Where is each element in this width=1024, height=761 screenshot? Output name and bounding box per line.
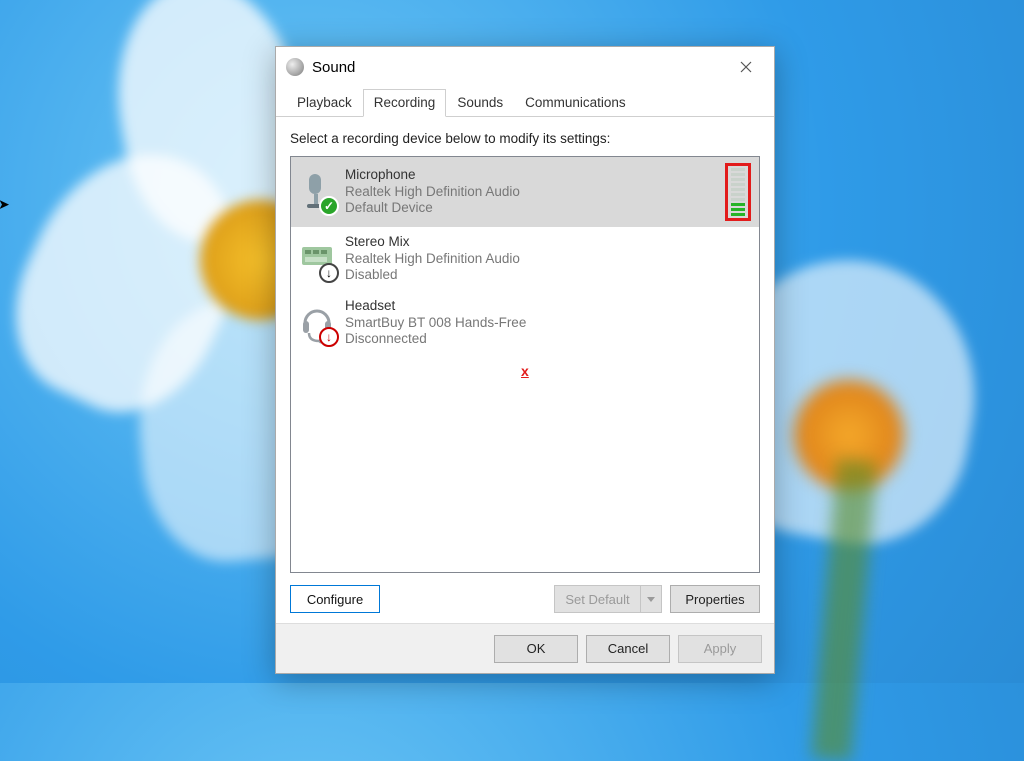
level-meter-highlight xyxy=(725,163,751,221)
status-badge-disabled-icon xyxy=(319,263,339,283)
apply-button: Apply xyxy=(678,635,762,663)
titlebar[interactable]: Sound xyxy=(276,47,774,87)
soundcard-icon xyxy=(299,237,335,281)
tab-communications[interactable]: Communications xyxy=(514,89,637,117)
device-text: Stereo Mix Realtek High Definition Audio… xyxy=(345,234,751,285)
device-driver: SmartBuy BT 008 Hands-Free xyxy=(345,315,751,332)
device-name: Microphone xyxy=(345,167,715,184)
cancel-button[interactable]: Cancel xyxy=(586,635,670,663)
dialog-title: Sound xyxy=(312,59,724,76)
device-item-stereo-mix[interactable]: Stereo Mix Realtek High Definition Audio… xyxy=(291,227,759,291)
device-text: Headset SmartBuy BT 008 Hands-Free Disco… xyxy=(345,298,751,349)
headset-icon xyxy=(299,301,335,345)
close-button[interactable] xyxy=(724,47,768,87)
device-driver: Realtek High Definition Audio xyxy=(345,251,751,268)
lower-button-row: Configure Set Default Properties xyxy=(290,573,760,613)
device-status: Disconnected xyxy=(345,331,751,348)
configure-button[interactable]: Configure xyxy=(290,585,380,613)
ok-button[interactable]: OK xyxy=(494,635,578,663)
tab-recording[interactable]: Recording xyxy=(363,89,447,117)
sound-icon xyxy=(286,58,304,76)
properties-button[interactable]: Properties xyxy=(670,585,760,613)
device-list[interactable]: Microphone Realtek High Definition Audio… xyxy=(290,156,760,573)
tab-content: Select a recording device below to modif… xyxy=(276,117,774,623)
device-driver: Realtek High Definition Audio xyxy=(345,184,715,201)
tab-strip: Playback Recording Sounds Communications xyxy=(276,87,774,117)
annotation-x-mark: x xyxy=(521,363,529,379)
device-item-microphone[interactable]: Microphone Realtek High Definition Audio… xyxy=(291,157,759,227)
close-icon xyxy=(740,61,752,73)
set-default-split-button: Set Default xyxy=(554,585,662,613)
sound-dialog: Sound Playback Recording Sounds Communic… xyxy=(275,46,775,674)
instruction-text: Select a recording device below to modif… xyxy=(290,131,760,146)
device-status: Disabled xyxy=(345,267,751,284)
tab-playback[interactable]: Playback xyxy=(286,89,363,117)
mouse-cursor-icon: ➤ xyxy=(0,196,10,213)
set-default-button: Set Default xyxy=(554,585,640,613)
device-item-headset[interactable]: Headset SmartBuy BT 008 Hands-Free Disco… xyxy=(291,291,759,355)
device-name: Stereo Mix xyxy=(345,234,751,251)
status-badge-default-icon xyxy=(319,196,339,216)
dialog-footer: OK Cancel Apply xyxy=(276,623,774,673)
device-text: Microphone Realtek High Definition Audio… xyxy=(345,167,715,218)
device-name: Headset xyxy=(345,298,751,315)
chevron-down-icon xyxy=(647,597,655,602)
set-default-dropdown[interactable] xyxy=(640,585,662,613)
microphone-icon xyxy=(299,170,335,214)
tab-sounds[interactable]: Sounds xyxy=(446,89,514,117)
status-badge-disconnected-icon xyxy=(319,327,339,347)
device-status: Default Device xyxy=(345,200,715,217)
